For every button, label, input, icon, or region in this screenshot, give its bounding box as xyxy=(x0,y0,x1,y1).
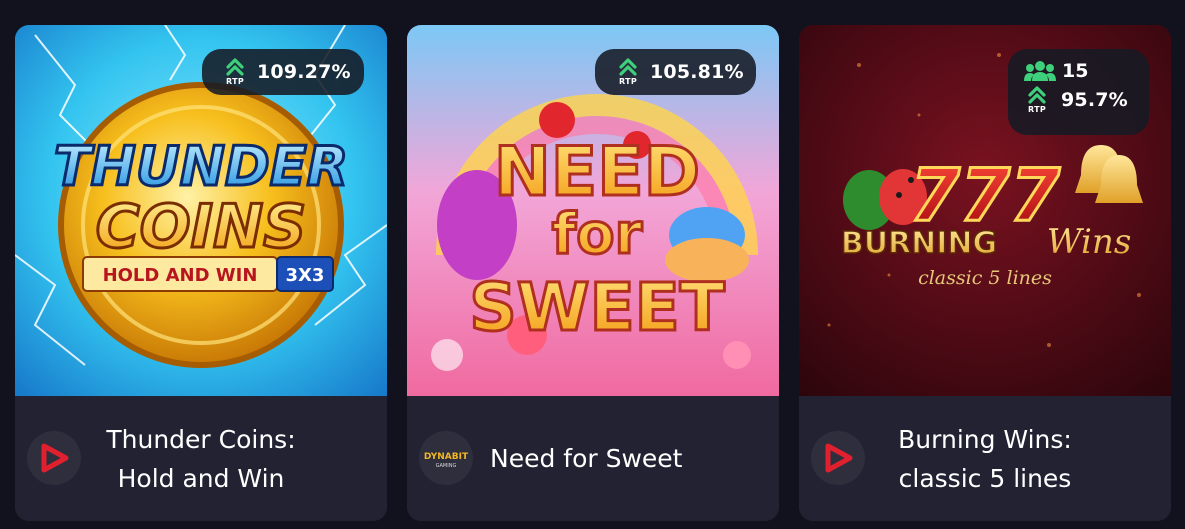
players-icon xyxy=(1024,60,1057,82)
art-title-line3: SWEET xyxy=(469,269,725,346)
play-triangle-icon xyxy=(825,443,853,473)
rtp-value: 109.27% xyxy=(257,61,351,83)
rtp-badge: RTP 105.81% xyxy=(595,49,756,95)
rtp-icon: RTP xyxy=(1024,86,1050,114)
rtp-badge: RTP 109.27% xyxy=(202,49,364,95)
rtp-caption: RTP xyxy=(225,77,245,86)
game-card-footer[interactable]: Burning Wins: classic 5 lines xyxy=(799,396,1171,521)
game-title[interactable]: Need for Sweet xyxy=(490,396,770,521)
game-card-thunder-coins[interactable]: THUNDER COINS HOLD AND WIN 3X3 RTP 109.2… xyxy=(15,25,387,521)
game-title-line1: Thunder Coins: xyxy=(106,424,296,454)
game-card-burning-wins[interactable]: 777 BURNING Wins classic 5 lines 15 RTP … xyxy=(799,25,1171,521)
provider-logo[interactable] xyxy=(811,431,865,485)
dynabit-gaming-logo: DYNABIT GAMING xyxy=(424,452,469,469)
provider-logo[interactable] xyxy=(27,431,81,485)
game-card-footer[interactable]: DYNABIT GAMING Need for Sweet xyxy=(407,396,779,521)
rtp-icon: RTP xyxy=(222,58,248,86)
game-title-text: Need for Sweet xyxy=(490,444,683,473)
provider-logo[interactable]: DYNABIT GAMING xyxy=(419,431,473,485)
rtp-icon: RTP xyxy=(615,58,641,86)
art-title-line3: Wins xyxy=(1047,222,1132,262)
provider-logo-line2: GAMING xyxy=(436,463,457,469)
rtp-value: 95.7% xyxy=(1061,89,1128,111)
players-count: 15 xyxy=(1062,60,1089,82)
rtp-caption: RTP xyxy=(1027,105,1047,114)
double-chevron-up-icon xyxy=(226,58,244,76)
art-title-line2: for xyxy=(552,202,643,267)
art-title-line2: COINS xyxy=(96,192,307,262)
art-title-line4: 3X3 xyxy=(286,265,325,286)
game-grid: THUNDER COINS HOLD AND WIN 3X3 RTP 109.2… xyxy=(15,25,1171,521)
art-title-line1: 777 xyxy=(910,153,1060,237)
game-title[interactable]: Burning Wins: classic 5 lines xyxy=(877,396,1093,521)
provider-logo-line1: DYNABIT xyxy=(424,452,469,462)
players-rtp-badge: 15 RTP 95.7% xyxy=(1008,49,1149,135)
art-title-line3: HOLD AND WIN xyxy=(103,265,258,286)
double-chevron-up-icon xyxy=(619,58,637,76)
rtp-value: 105.81% xyxy=(650,61,744,83)
game-title-line2: Hold and Win xyxy=(117,463,285,493)
play-triangle-icon xyxy=(41,443,69,473)
art-title-line1: THUNDER xyxy=(54,135,348,198)
rtp-caption: RTP xyxy=(618,77,638,86)
game-title[interactable]: Thunder Coins: Hold and Win xyxy=(93,396,309,521)
game-title-line1: Burning Wins: xyxy=(898,424,1072,454)
users-group-icon xyxy=(1024,61,1056,81)
game-card-need-for-sweet[interactable]: NEED for SWEET RTP 105.81% DYNABIT GAMIN… xyxy=(407,25,779,521)
art-title-line2: BURNING xyxy=(841,226,997,261)
game-title-line2: classic 5 lines xyxy=(898,463,1072,493)
art-title-line4: classic 5 lines xyxy=(918,267,1052,289)
double-chevron-up-icon xyxy=(1028,86,1046,104)
game-card-footer[interactable]: Thunder Coins: Hold and Win xyxy=(15,396,387,521)
art-title-line1: NEED xyxy=(494,133,700,212)
